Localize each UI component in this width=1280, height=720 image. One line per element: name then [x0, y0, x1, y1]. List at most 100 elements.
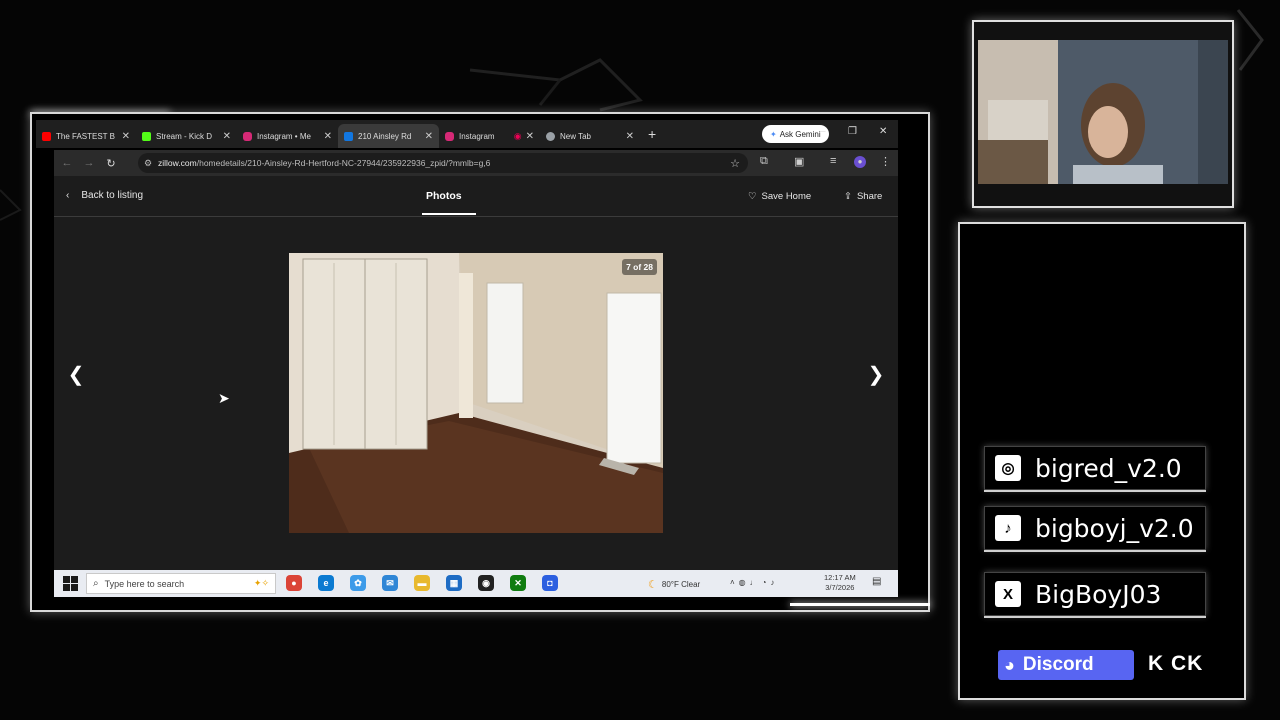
- x-icon: X: [995, 581, 1021, 607]
- network-icon[interactable]: ◔: [762, 578, 771, 587]
- windows-taskbar: ⌕ Type here to search ✦✧ ● e ✿ ✉ ▬ ▦ ◉ ✕…: [54, 570, 898, 597]
- url-host: zillow.com: [158, 158, 197, 168]
- back-to-listing-label: Back to listing: [81, 190, 144, 201]
- instagram-handle: bigred_v2.0: [1035, 453, 1182, 483]
- search-icon: ⌕: [93, 578, 99, 589]
- moon-icon: ☾: [648, 579, 658, 591]
- zillow-icon: [344, 131, 353, 141]
- close-window-button[interactable]: ✕: [879, 126, 887, 137]
- obs-app-icon[interactable]: ◉: [478, 575, 494, 591]
- social-instagram: ◎ bigred_v2.0: [984, 446, 1206, 490]
- discord-badge: ◕ Discord: [998, 650, 1134, 680]
- bookmark-star-icon[interactable]: ☆: [730, 157, 740, 170]
- back-button[interactable]: ←: [56, 157, 78, 169]
- previous-photo-button[interactable]: ❮: [64, 362, 88, 387]
- social-tiktok: ♪ bigboyj_v2.0: [984, 506, 1206, 550]
- chevron-up-icon[interactable]: ˄: [730, 578, 739, 587]
- media-controls-icon[interactable]: ≡: [830, 155, 836, 167]
- instagram-icon: [243, 131, 252, 141]
- sparkle-icon: ✦✧: [253, 578, 269, 588]
- close-icon[interactable]: ✕: [324, 131, 332, 142]
- heart-icon: ♡: [748, 191, 757, 202]
- tab-instagram-messages[interactable]: Instagram • Me ✕: [237, 124, 338, 148]
- discord-app-icon[interactable]: ◘: [542, 575, 558, 591]
- back-to-listing-link[interactable]: ‹ Back to listing: [66, 190, 143, 201]
- tab-zillow[interactable]: 210 Ainsley Rd ✕: [338, 124, 439, 148]
- store-app-icon[interactable]: ▦: [446, 575, 462, 591]
- zillow-photo-viewer: ‹ Back to listing Photos ♡ Save Home ⇪ S…: [54, 176, 898, 570]
- save-home-label: Save Home: [761, 191, 812, 202]
- ask-gemini-button[interactable]: ✦ Ask Gemini: [762, 125, 829, 143]
- next-photo-button[interactable]: ❯: [864, 362, 888, 387]
- search-placeholder: Type here to search: [104, 578, 185, 589]
- recording-icon: ◉: [513, 130, 522, 141]
- chrome-app-icon[interactable]: ●: [286, 575, 302, 591]
- site-info-icon[interactable]: ⚙: [144, 158, 152, 169]
- room-photo-illustration: [289, 253, 663, 533]
- listing-photo: 7 of 28: [289, 253, 663, 533]
- tiktok-icon: ♪: [995, 515, 1021, 541]
- tab-new-tab[interactable]: New Tab ✕: [540, 124, 640, 148]
- mic-icon[interactable]: ♩: [750, 578, 762, 587]
- taskbar-search-input[interactable]: ⌕ Type here to search ✦✧: [86, 573, 276, 594]
- social-x: X BigBoyJ03: [984, 572, 1206, 616]
- webcam-frame: [972, 20, 1234, 208]
- share-icon: ⇪: [844, 191, 852, 202]
- tab-instagram[interactable]: Instagram ◉ ✕: [439, 124, 540, 148]
- new-tab-button[interactable]: +: [648, 126, 656, 142]
- tab-label: Instagram • Me: [257, 131, 311, 141]
- instagram-icon: ◎: [995, 455, 1021, 481]
- tab-label: Instagram: [459, 131, 495, 141]
- address-bar[interactable]: ⚙ zillow.com/homedetails/210-Ainsley-Rd-…: [138, 153, 748, 173]
- file-explorer-icon[interactable]: ▬: [414, 575, 430, 591]
- system-tray[interactable]: ˄◍♩◔♪: [730, 578, 779, 587]
- volume-icon[interactable]: ♪: [771, 578, 779, 587]
- mail-app-icon[interactable]: ✉: [382, 575, 398, 591]
- kebab-menu-icon[interactable]: ⋮: [880, 155, 891, 168]
- restore-button[interactable]: ❐: [848, 126, 857, 137]
- close-icon[interactable]: ✕: [526, 131, 534, 142]
- side-panel-icon[interactable]: ▣: [794, 155, 804, 168]
- taskbar-clock[interactable]: 12:17 AM 3/7/2026: [824, 573, 856, 593]
- xbox-app-icon[interactable]: ✕: [510, 575, 526, 591]
- youtube-icon: [42, 131, 51, 141]
- share-button[interactable]: ⇪ Share: [844, 191, 882, 202]
- tab-label: 210 Ainsley Rd: [358, 131, 412, 141]
- weather-text: 80°F Clear: [661, 580, 701, 589]
- close-icon[interactable]: ✕: [122, 131, 130, 142]
- kick-logo: K CK: [1148, 652, 1204, 675]
- x-handle: BigBoyJ03: [1035, 579, 1162, 609]
- gemini-icon: ✦: [770, 129, 777, 139]
- instagram-icon: [445, 131, 454, 141]
- save-home-button[interactable]: ♡ Save Home: [748, 191, 811, 202]
- photo-viewer-header: ‹ Back to listing Photos ♡ Save Home ⇪ S…: [54, 176, 898, 217]
- notification-icon[interactable]: ▤: [872, 576, 881, 587]
- webcam-feed: [978, 40, 1228, 184]
- close-icon[interactable]: ✕: [626, 131, 634, 142]
- edge-app-icon[interactable]: e: [318, 575, 334, 591]
- url-path: /homedetails/210-Ainsley-Rd-Hertford-NC-…: [196, 158, 491, 168]
- webcam-illustration: [978, 40, 1228, 184]
- weather-widget[interactable]: ☾ 80°F Clear: [648, 578, 700, 591]
- copilot-app-icon[interactable]: ✿: [350, 575, 366, 591]
- reload-button[interactable]: ↻: [100, 157, 122, 170]
- frame-glow-bottom: [790, 603, 930, 606]
- minimize-button[interactable]: –: [820, 126, 826, 137]
- forward-button[interactable]: →: [78, 157, 100, 169]
- tray-app-icon[interactable]: ◍: [739, 578, 750, 587]
- windows-start-button[interactable]: [60, 574, 80, 594]
- discord-label: Discord: [1022, 654, 1094, 675]
- profile-avatar[interactable]: ●: [854, 156, 866, 168]
- clock-time: 12:17 AM: [824, 573, 856, 582]
- tab-photos[interactable]: Photos: [426, 190, 462, 202]
- mouse-cursor-icon: ➤: [218, 390, 230, 406]
- browser-toolbar: ← → ↻ ⚙ zillow.com/homedetails/210-Ainsl…: [54, 150, 898, 176]
- tab-youtube[interactable]: The FASTEST B ✕: [36, 124, 136, 148]
- tab-label: New Tab: [560, 131, 591, 141]
- browser-tabbar: The FASTEST B ✕ Stream - Kick D ✕ Instag…: [36, 120, 898, 148]
- close-icon[interactable]: ✕: [223, 131, 231, 142]
- close-icon[interactable]: ✕: [425, 131, 433, 142]
- share-label: Share: [856, 191, 883, 202]
- tab-kick[interactable]: Stream - Kick D ✕: [136, 124, 237, 148]
- extensions-icon[interactable]: ⧉: [760, 155, 768, 168]
